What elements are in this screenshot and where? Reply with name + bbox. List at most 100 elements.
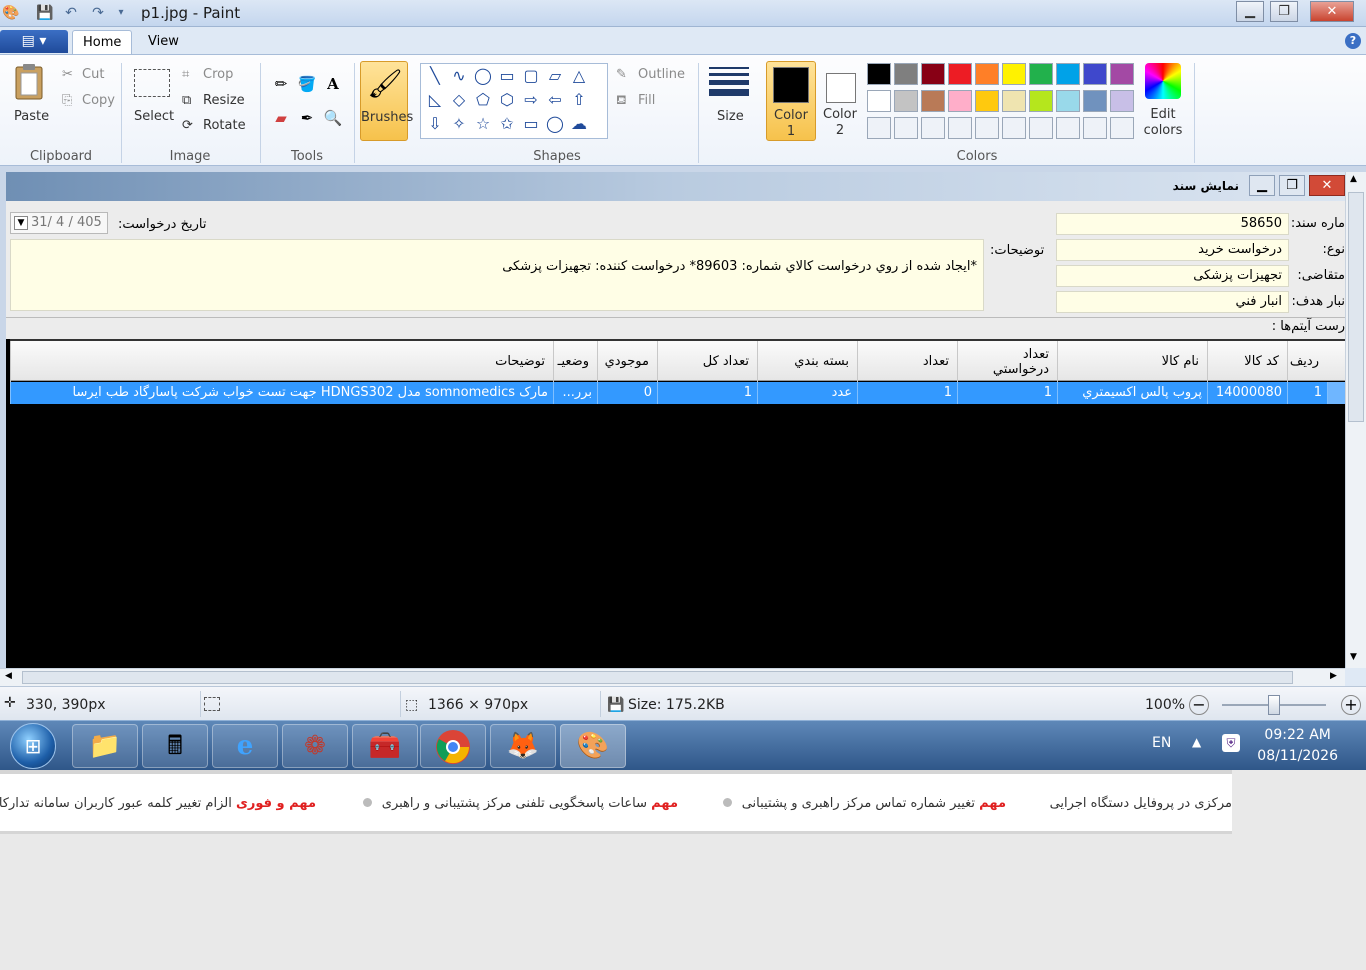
horizontal-scrollbar[interactable]: ◀ ▶ [0,668,1345,686]
color-swatch[interactable] [1110,117,1134,139]
color-swatch[interactable] [975,90,999,112]
cut-icon[interactable]: ✂ [62,67,73,82]
outline-button[interactable]: Outline [638,67,685,82]
shapes-gallery[interactable]: ╲ ∿ ◯ ▭ ▢ ▱ △ ◺ ◇ ⬠ ⬡ ⇨ ⇦ ⇧ ⇩ ✧ ☆ ✩ ▭ ◯ ☁ [420,63,608,139]
color-swatch[interactable] [1056,117,1080,139]
fill-bucket-icon[interactable]: 🪣 [296,73,318,95]
undo-icon[interactable]: ↶ [62,4,80,22]
start-button[interactable]: ⊞ [10,723,56,769]
diamond-shape-icon[interactable]: ◇ [449,90,469,110]
color1-button[interactable]: Color 1 [766,61,816,141]
color-picker-icon[interactable]: ✒ [296,107,318,129]
color-swatch[interactable] [867,117,891,139]
ticker-item[interactable]: مهم تغییر شماره تماس مرکز راهبری و پشتیب… [717,796,1006,811]
firefox-icon[interactable]: 🦊 [490,724,556,768]
color-swatch[interactable] [948,63,972,85]
eraser-icon[interactable]: ▰ [270,107,292,129]
color-swatch[interactable] [921,117,945,139]
header-notes[interactable]: توضيحات [10,341,553,382]
cut-button[interactable]: Cut [82,67,104,82]
tab-home[interactable]: Home [72,30,133,55]
left-arrow-shape-icon[interactable]: ⇦ [545,90,565,110]
table-row[interactable]: 1 14000080 پروب پالس اکسیمتري 1 1 عدد 1 … [10,382,1345,404]
outline-icon[interactable]: ✎ [616,67,627,82]
rectangle-shape-icon[interactable]: ▭ [497,66,517,86]
size-button[interactable]: Size [717,109,744,124]
color-swatch[interactable] [867,90,891,112]
language-indicator[interactable]: EN [1152,735,1171,751]
curve-shape-icon[interactable]: ∿ [449,66,469,86]
color-swatch[interactable] [1029,63,1053,85]
scroll-right-icon[interactable]: ▶ [1330,671,1337,681]
zoom-in-icon[interactable]: + [1341,695,1361,715]
clock[interactable]: 09:22 AM 08/11/2026 [1257,725,1338,767]
down-arrow-shape-icon[interactable]: ⇩ [425,114,445,134]
header-stock[interactable]: موجودي [597,341,657,382]
save-icon[interactable]: 💾 [36,4,54,22]
header-requested-qty[interactable]: تعداد درخواستي [957,341,1057,382]
color-swatch[interactable] [1083,117,1107,139]
tools-app-icon[interactable]: 🧰 [352,724,418,768]
color-swatch[interactable] [948,90,972,112]
hexagon-shape-icon[interactable]: ⬡ [497,90,517,110]
brushes-button[interactable]: 🖌 Brushes [360,61,413,141]
crop-icon[interactable]: ⌗ [182,67,189,82]
color-swatch[interactable] [921,63,945,85]
zoom-slider-thumb[interactable] [1268,695,1280,715]
resize-icon[interactable]: ⧉ [182,93,191,108]
fill-icon[interactable]: ⛾ [616,93,627,110]
crop-button[interactable]: Crop [203,67,233,82]
oval-callout-shape-icon[interactable]: ◯ [545,114,565,134]
header-item-name[interactable]: نام کالا [1057,341,1207,382]
line-shape-icon[interactable]: ╲ [425,66,445,86]
color-swatch[interactable] [1029,117,1053,139]
pencil-icon[interactable]: ✏ [270,73,292,95]
color-swatch[interactable] [894,63,918,85]
explorer-icon[interactable]: 📁 [72,724,138,768]
paint-taskbar-icon[interactable]: 🎨 [560,724,626,768]
maximize-button[interactable]: ❐ [1270,1,1298,22]
color-swatch[interactable] [1083,63,1107,85]
color-swatch[interactable] [975,63,999,85]
color-swatch[interactable] [894,117,918,139]
rect-callout-shape-icon[interactable]: ▭ [521,114,541,134]
color-swatch[interactable] [1110,63,1134,85]
color-swatch[interactable] [894,90,918,112]
horizontal-scroll-thumb[interactable] [22,671,1293,684]
fill-button[interactable]: Fill [638,93,655,108]
close-button[interactable]: ✕ [1310,1,1354,22]
color-swatch[interactable] [1056,90,1080,112]
maximize-icon[interactable]: ❐ [1279,175,1305,196]
size-icon[interactable] [709,67,749,99]
app-emblem-icon[interactable]: ❁ [282,724,348,768]
copy-icon[interactable]: ⎘ [62,93,72,108]
triangle-shape-icon[interactable]: △ [569,66,589,86]
paste-button[interactable] [12,63,48,103]
target-warehouse-field[interactable]: انبار فني [1056,291,1289,313]
select-icon[interactable] [134,69,170,97]
color2-button[interactable]: Color 2 [816,61,864,141]
color-swatch[interactable] [921,90,945,112]
resize-button[interactable]: Resize [203,93,245,108]
color-swatch[interactable] [1056,63,1080,85]
requester-field[interactable]: تجهیزات پزشکی [1056,265,1289,287]
six-point-star-shape-icon[interactable]: ✩ [497,114,517,134]
rounded-rectangle-shape-icon[interactable]: ▢ [521,66,541,86]
close-icon[interactable]: ✕ [1309,175,1345,196]
rotate-icon[interactable]: ⟳ [182,118,193,133]
vertical-scrollbar[interactable]: ▲ ▼ [1345,172,1366,668]
color-swatch[interactable] [1029,90,1053,112]
vertical-scroll-thumb[interactable] [1348,192,1364,422]
type-field[interactable]: درخواست خرید [1056,239,1289,261]
color-swatch[interactable] [1083,90,1107,112]
quick-access-dropdown-icon[interactable]: ▾ [112,4,130,22]
redo-icon[interactable]: ↷ [89,4,107,22]
header-total-qty[interactable]: تعداد کل [657,341,757,382]
chrome-icon[interactable] [420,724,486,768]
paint-menu-button[interactable]: ▤ ▾ [0,30,68,53]
ticker-item[interactable]: مرکزی در پروفایل دستگاه اجرایی [1050,796,1232,811]
doc-number-field[interactable]: 58650 [1056,213,1289,235]
paint-app-icon[interactable]: 🎨 [2,4,20,22]
minimize-button[interactable]: ▁ [1236,1,1264,22]
scroll-down-icon[interactable]: ▼ [1350,652,1357,662]
